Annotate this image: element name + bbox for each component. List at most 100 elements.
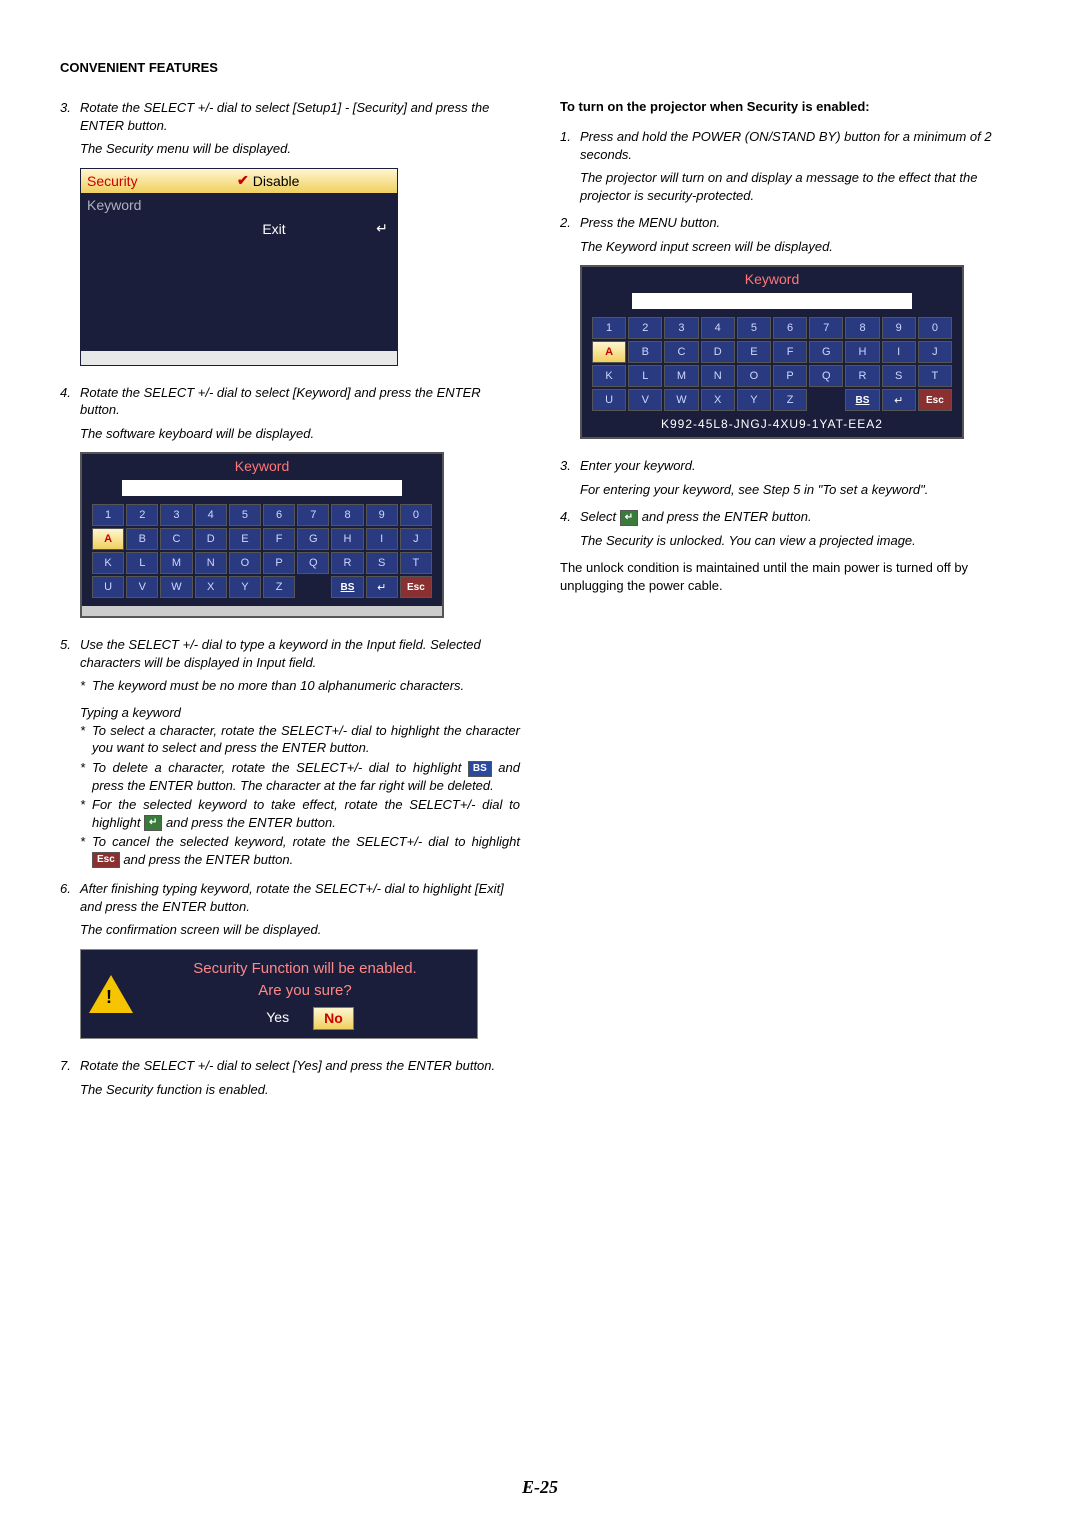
- key-L: L: [628, 365, 662, 387]
- key-H: H: [331, 528, 363, 550]
- security-exit-row: Exit ↵: [81, 217, 397, 241]
- key-Z-r: Z: [773, 389, 807, 411]
- left-steps-list-7: Rotate the SELECT +/- dial to select [Ye…: [60, 1057, 520, 1075]
- kbd-row-kt: KLMNOPQRST: [92, 552, 432, 574]
- key-6: 6: [773, 317, 807, 339]
- key-H: H: [845, 341, 879, 363]
- key-N: N: [195, 552, 227, 574]
- key-O: O: [737, 365, 771, 387]
- key-Z: Z: [263, 576, 295, 598]
- key-A: A: [92, 528, 124, 550]
- key-7: 7: [297, 504, 329, 526]
- figure-security-menu: Security ✔Disable Keyword Exit ↵: [80, 168, 520, 366]
- r-step-2: Press the MENU button.: [560, 214, 1020, 232]
- key-D: D: [195, 528, 227, 550]
- key-T: T: [400, 552, 432, 574]
- key-I: I: [882, 341, 916, 363]
- return-icon: ↵: [620, 510, 638, 526]
- kbd-row-numbers: 1234567890: [92, 504, 432, 526]
- key-8: 8: [845, 317, 879, 339]
- key-G: G: [297, 528, 329, 550]
- figure-software-keyboard-right: Keyword 1234567890 ABCDEFGHIJ KLMNOPQRST…: [580, 265, 1020, 439]
- key-L: L: [126, 552, 158, 574]
- key-X: X: [195, 576, 227, 598]
- key-F: F: [263, 528, 295, 550]
- key-C: C: [664, 341, 698, 363]
- right-steps-list: Press and hold the POWER (ON/STAND BY) b…: [560, 128, 1020, 163]
- confirm-no-button: No: [313, 1007, 354, 1030]
- kbd-serial: K992-45L8-JNGJ-4XU9-1YAT-EEA2: [582, 417, 962, 431]
- key-Q: Q: [297, 552, 329, 574]
- left-steps-list-4: Rotate the SELECT +/- dial to select [Ke…: [60, 384, 520, 419]
- r-step-4-note: The Security is unlocked. You can view a…: [560, 532, 1020, 550]
- key-1: 1: [592, 317, 626, 339]
- key-0: 0: [918, 317, 952, 339]
- step-6: After finishing typing keyword, rotate t…: [60, 880, 520, 915]
- key-M: M: [160, 552, 192, 574]
- key-U-r: U: [592, 389, 626, 411]
- step-3: Rotate the SELECT +/- dial to select [Se…: [60, 99, 520, 134]
- typing-star1: To select a character, rotate the SELECT…: [60, 722, 520, 757]
- key-I: I: [366, 528, 398, 550]
- key-9: 9: [882, 317, 916, 339]
- step-5: Use the SELECT +/- dial to type a keywor…: [60, 636, 520, 671]
- kbd-input-field-r: [632, 293, 912, 309]
- key-S: S: [366, 552, 398, 574]
- key-7: 7: [809, 317, 843, 339]
- key-A: A: [592, 341, 626, 363]
- key-R: R: [331, 552, 363, 574]
- confirm-line1: Security Function will be enabled.: [141, 958, 469, 981]
- kbd-row-uz-r: U V W X Y Z BS ↵ Esc: [592, 389, 952, 411]
- right-heading: To turn on the projector when Security i…: [560, 99, 1020, 114]
- esc-icon: Esc: [92, 852, 120, 868]
- kbd-row-aj-r: ABCDEFGHIJ: [592, 341, 952, 363]
- key-bs: BS: [331, 576, 363, 598]
- confirm-yes-button: Yes: [256, 1007, 299, 1030]
- return-icon: ↵: [367, 220, 397, 237]
- two-column-layout: Rotate the SELECT +/- dial to select [Se…: [60, 99, 1020, 1108]
- key-X-r: X: [701, 389, 735, 411]
- key-Y: Y: [229, 576, 261, 598]
- security-row-value: Disable: [253, 173, 300, 189]
- left-steps-list: Rotate the SELECT +/- dial to select [Se…: [60, 99, 520, 134]
- key-P: P: [263, 552, 295, 574]
- right-steps-list-4: Select ↵ and press the ENTER button.: [560, 508, 1020, 526]
- typing-star3: For the selected keyword to take effect,…: [60, 796, 520, 831]
- key-Y-r: Y: [737, 389, 771, 411]
- confirm-message: Security Function will be enabled. Are y…: [141, 958, 469, 1030]
- key-K: K: [92, 552, 124, 574]
- key-3: 3: [160, 504, 192, 526]
- key-V: V: [126, 576, 158, 598]
- key-bs-r: BS: [845, 389, 879, 411]
- figure-software-keyboard-left: Keyword 1234567890 ABCDEFGHIJ KLMNOPQRST…: [80, 452, 520, 618]
- keyword-row-label: Keyword: [81, 197, 237, 213]
- keyword-row: Keyword: [81, 193, 397, 217]
- r-step-2-note: The Keyword input screen will be display…: [560, 238, 1020, 256]
- step-7: Rotate the SELECT +/- dial to select [Ye…: [60, 1057, 520, 1075]
- key-esc: Esc: [400, 576, 432, 598]
- warning-icon: [89, 975, 133, 1013]
- key-1: 1: [92, 504, 124, 526]
- kbd-title: Keyword: [82, 454, 442, 476]
- key-0: 0: [400, 504, 432, 526]
- key-4: 4: [701, 317, 735, 339]
- key-2: 2: [126, 504, 158, 526]
- key-return: ↵: [366, 576, 398, 598]
- kbd-title-r: Keyword: [582, 267, 962, 289]
- key-R: R: [845, 365, 879, 387]
- key-E: E: [229, 528, 261, 550]
- key-4: 4: [195, 504, 227, 526]
- r-step-3-note: For entering your keyword, see Step 5 in…: [560, 481, 1020, 499]
- key-T: T: [918, 365, 952, 387]
- kbd-input-field: [122, 480, 402, 496]
- confirm-line2: Are you sure?: [141, 980, 469, 1003]
- key-return-r: ↵: [882, 389, 916, 411]
- left-column: Rotate the SELECT +/- dial to select [Se…: [60, 99, 520, 1108]
- typing-keyword-header: Typing a keyword: [60, 705, 520, 720]
- right-steps-list-2: Press the MENU button.: [560, 214, 1020, 232]
- key-N: N: [701, 365, 735, 387]
- right-body-text: The unlock condition is maintained until…: [560, 559, 1020, 594]
- typing-star4: To cancel the selected keyword, rotate t…: [60, 833, 520, 868]
- key-K: K: [592, 365, 626, 387]
- key-C: C: [160, 528, 192, 550]
